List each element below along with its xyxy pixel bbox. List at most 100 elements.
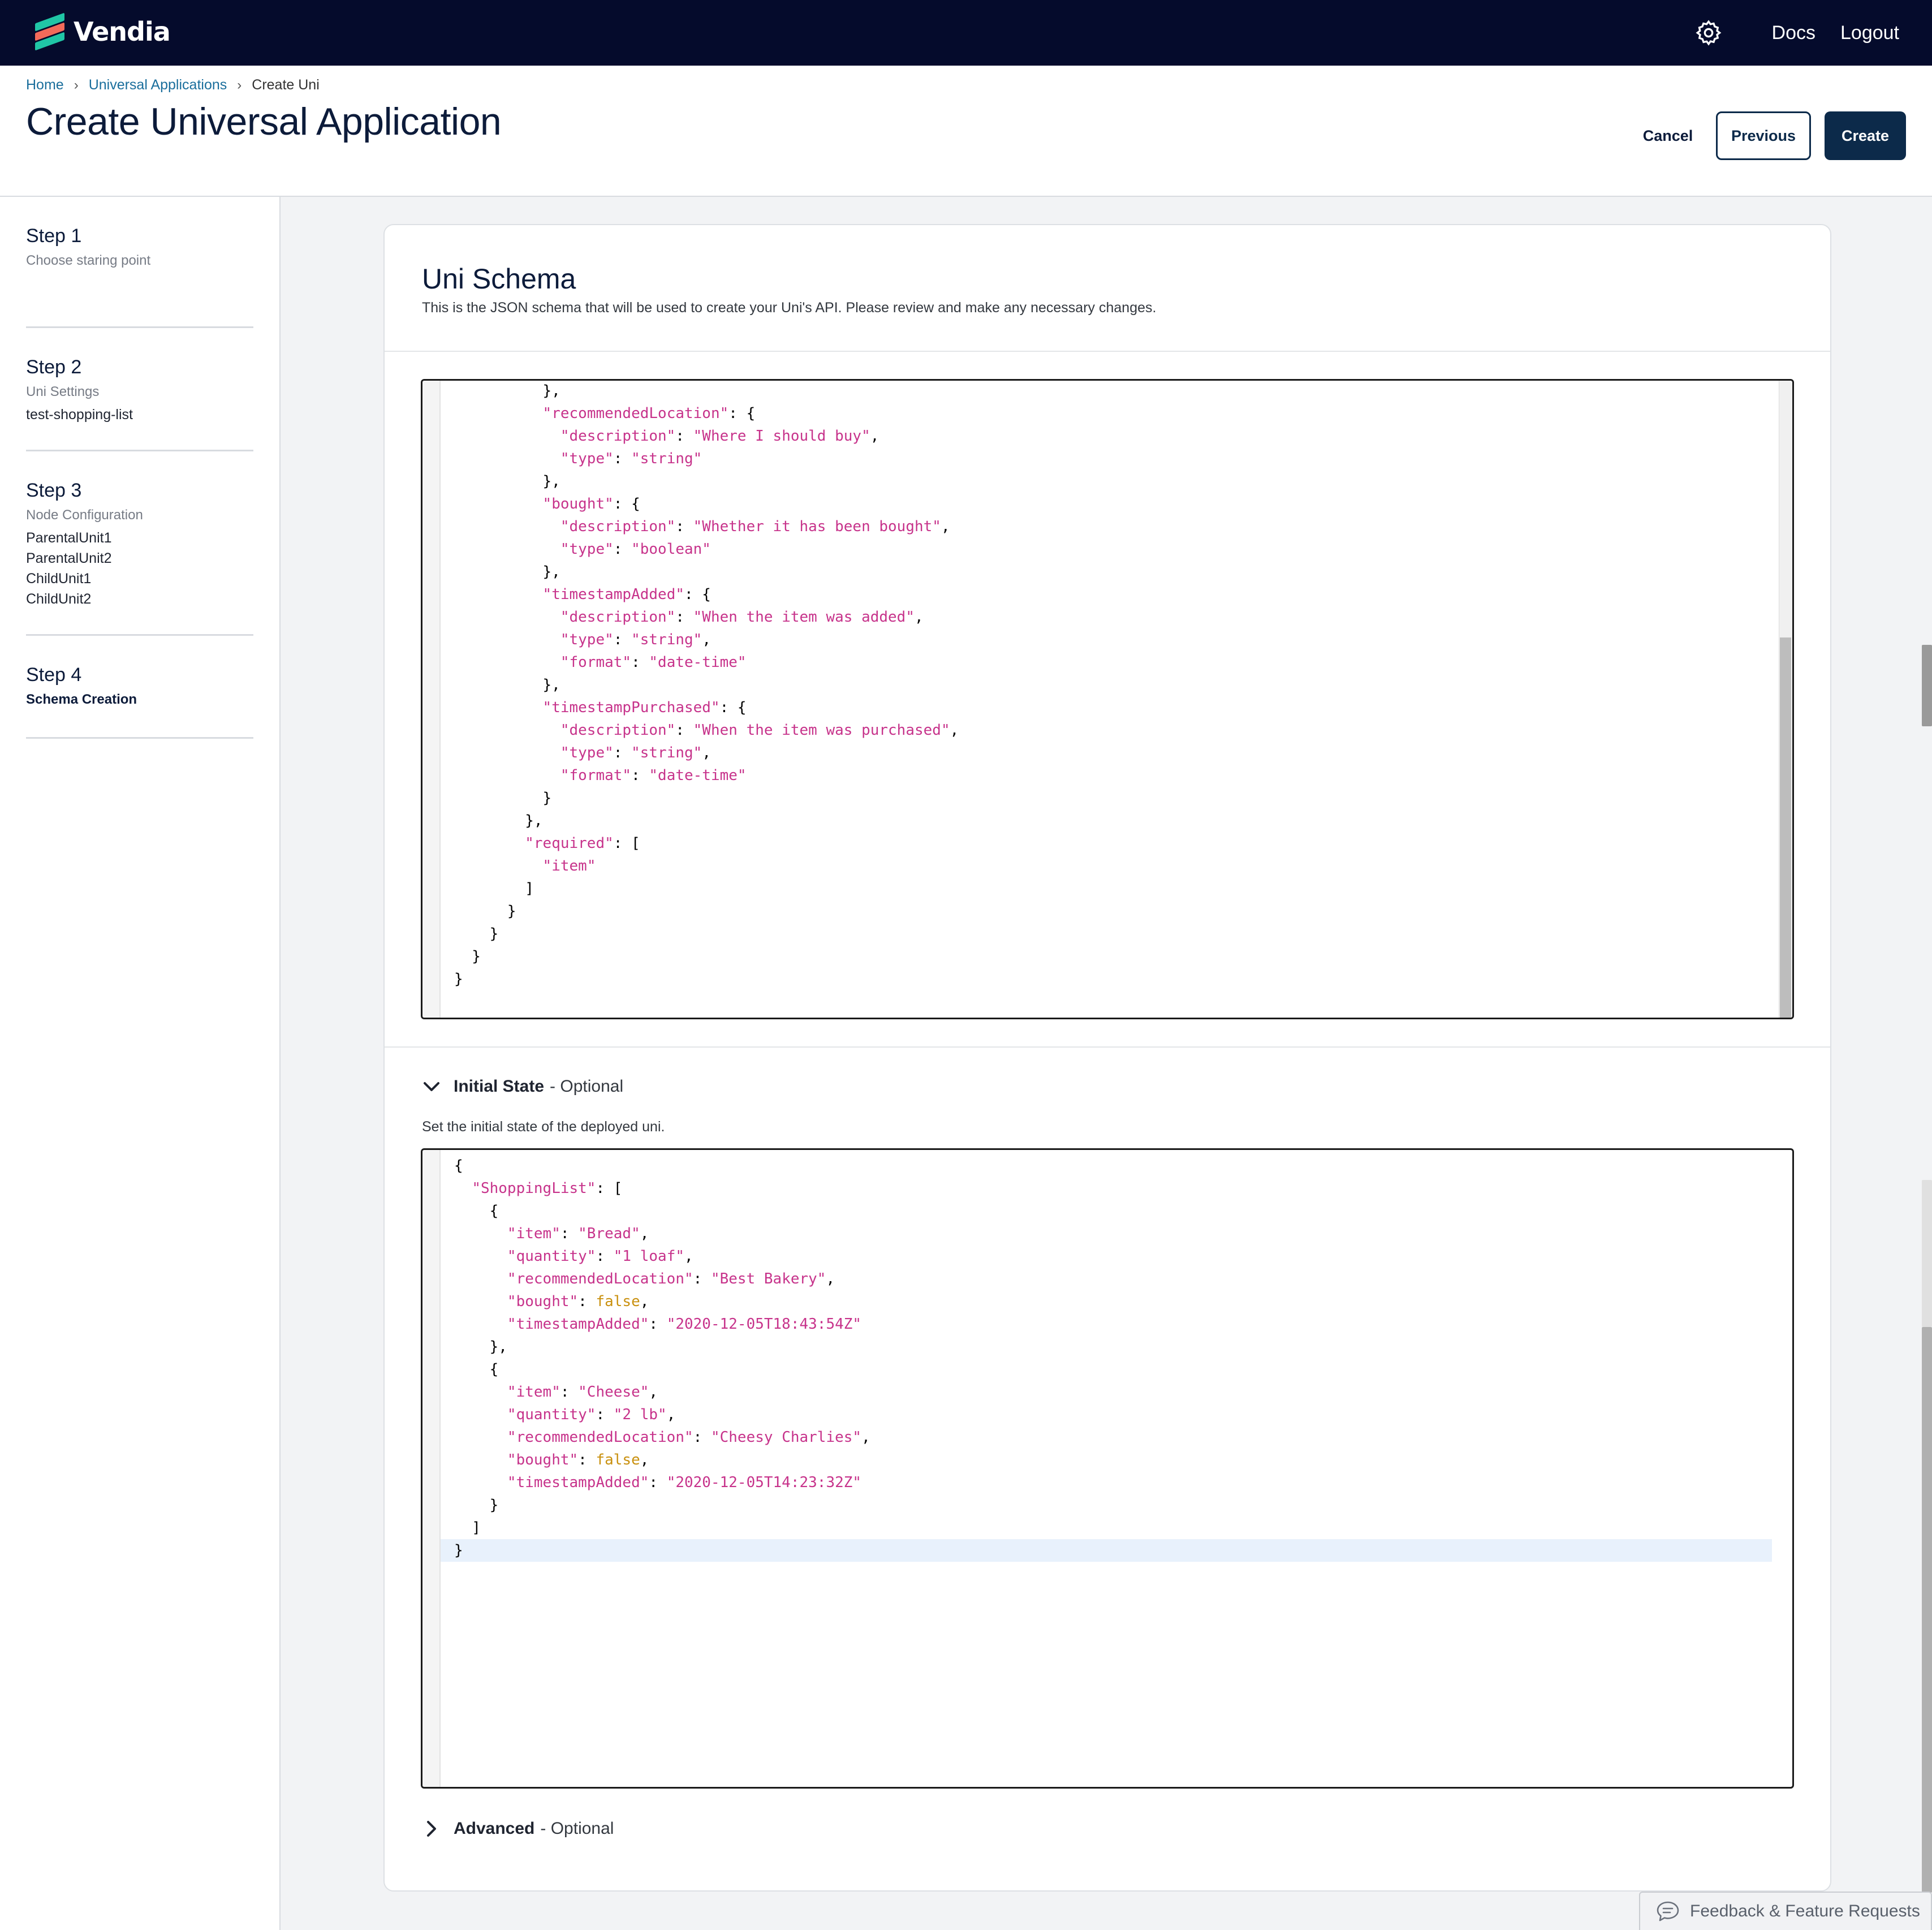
code-line[interactable]: "required": [ (454, 832, 959, 855)
code-line[interactable]: }, (454, 1336, 870, 1358)
json-key: "item" (507, 1225, 560, 1242)
code-line[interactable]: "type": "string", (454, 742, 959, 764)
code-line[interactable]: "item" (454, 855, 959, 877)
code-line[interactable]: }, (454, 470, 959, 493)
step-value: test-shopping-list (26, 407, 133, 423)
logout-link[interactable]: Logout (1840, 22, 1899, 44)
json-string: "2 lb" (613, 1406, 667, 1423)
step-subtitle: Node Configuration (26, 507, 143, 523)
json-string: "string" (631, 744, 702, 761)
page-scrollbar-thumb[interactable] (1922, 645, 1932, 726)
docs-link[interactable]: Docs (1772, 22, 1815, 44)
page-scrollbar-track[interactable] (1922, 1180, 1932, 1327)
code-line[interactable]: "description": "Where I should buy", (454, 425, 959, 447)
editor-gutter (422, 1150, 441, 1787)
code-line[interactable]: }, (454, 381, 959, 402)
settings-gear-icon[interactable] (1694, 18, 1723, 48)
json-punctuation (454, 586, 543, 603)
step-3[interactable]: Step 3 Node Configuration ParentalUnit1 … (26, 451, 253, 636)
code-line[interactable]: }, (454, 674, 959, 696)
code-line[interactable]: "quantity": "2 lb", (454, 1403, 870, 1426)
divider (385, 1046, 1830, 1048)
code-line[interactable]: }, (454, 561, 959, 583)
code-line[interactable]: }, (454, 809, 959, 832)
vendia-logo[interactable]: Vendia (35, 12, 171, 51)
code-line[interactable]: "bought": { (454, 493, 959, 515)
json-key: "timestampAdded" (507, 1316, 649, 1333)
code-line[interactable]: "recommendedLocation": "Best Bakery", (454, 1268, 870, 1290)
code-line[interactable]: "description": "When the item was added"… (454, 606, 959, 628)
code-line[interactable]: "timestampAdded": { (454, 583, 959, 606)
initial-state-toggle[interactable]: Initial State - Optional (422, 1077, 623, 1096)
code-line[interactable]: "recommendedLocation": "Cheesy Charlies"… (454, 1426, 870, 1449)
advanced-toggle[interactable]: Advanced - Optional (422, 1819, 614, 1838)
code-line[interactable]: "quantity": "1 loaf", (454, 1245, 870, 1268)
json-punctuation: : (613, 631, 632, 648)
breadcrumb-home[interactable]: Home (26, 77, 64, 93)
editor-scrollbar[interactable] (1779, 381, 1792, 1018)
code-line[interactable]: "timestampAdded": "2020-12-05T18:43:54Z" (454, 1313, 870, 1336)
code-line[interactable]: "bought": false, (454, 1449, 870, 1471)
code-line[interactable]: "timestampAdded": "2020-12-05T14:23:32Z" (454, 1471, 870, 1494)
code-line[interactable]: "item": "Cheese", (454, 1381, 870, 1403)
json-punctuation (454, 405, 543, 422)
steps-sidebar: Step 1 Choose staring point Step 2 Uni S… (0, 197, 281, 1930)
json-punctuation: : [ (613, 835, 640, 852)
feedback-button[interactable]: Feedback & Feature Requests (1639, 1892, 1932, 1930)
json-punctuation (454, 767, 560, 784)
json-punctuation: , (941, 518, 950, 535)
step-1[interactable]: Step 1 Choose staring point (26, 225, 253, 328)
json-punctuation: : (675, 518, 693, 535)
code-line[interactable]: "description": "When the item was purcha… (454, 719, 959, 742)
create-button[interactable]: Create (1825, 111, 1906, 160)
code-line[interactable]: } (454, 968, 959, 990)
code-line[interactable]: } (454, 945, 959, 968)
step-2[interactable]: Step 2 Uni Settings test-shopping-list (26, 328, 253, 451)
code-line[interactable]: "type": "string" (454, 447, 959, 470)
editor-scrollbar-thumb[interactable] (1780, 637, 1791, 1018)
code-line[interactable]: "description": "Whether it has been boug… (454, 515, 959, 538)
json-punctuation (454, 609, 560, 626)
code-line[interactable]: "item": "Bread", (454, 1222, 870, 1245)
json-punctuation: } (454, 948, 481, 965)
json-punctuation: : [ (596, 1180, 623, 1197)
code-line[interactable]: ] (454, 877, 959, 900)
schema-code-editor[interactable]: }, "recommendedLocation": { "description… (421, 379, 1794, 1019)
json-punctuation (454, 496, 543, 512)
cancel-button[interactable]: Cancel (1631, 111, 1705, 160)
code-line[interactable]: } (454, 923, 959, 945)
json-punctuation: ] (454, 1519, 481, 1536)
breadcrumb-universal-applications[interactable]: Universal Applications (89, 77, 227, 93)
code-line[interactable]: } (454, 787, 959, 809)
step-value: ParentalUnit1 (26, 530, 112, 546)
initial-state-code-editor[interactable]: { "ShoppingList": [ { "item": "Bread", "… (421, 1148, 1794, 1789)
previous-button[interactable]: Previous (1716, 111, 1811, 160)
code-line[interactable]: } (454, 1539, 870, 1562)
code-line[interactable]: "format": "date-time" (454, 764, 959, 787)
json-punctuation: } (454, 1497, 499, 1514)
schema-code-text[interactable]: }, "recommendedLocation": { "description… (454, 381, 959, 990)
code-line[interactable]: { (454, 1154, 870, 1177)
code-line[interactable]: "bought": false, (454, 1290, 870, 1313)
json-string: "boolean" (631, 541, 711, 558)
json-punctuation (454, 858, 543, 874)
page-scrollbar-thumb-secondary[interactable] (1922, 1327, 1932, 1893)
code-line[interactable]: } (454, 1494, 870, 1517)
code-line[interactable]: } (454, 900, 959, 923)
json-punctuation (454, 654, 560, 671)
json-punctuation (454, 450, 560, 467)
code-line[interactable]: { (454, 1200, 870, 1222)
code-line[interactable]: "timestampPurchased": { (454, 696, 959, 719)
code-line[interactable]: "ShoppingList": [ (454, 1177, 870, 1200)
step-4[interactable]: Step 4 Schema Creation (26, 636, 253, 739)
json-punctuation (454, 744, 560, 761)
initial-state-code-text[interactable]: { "ShoppingList": [ { "item": "Bread", "… (454, 1154, 870, 1562)
code-line[interactable]: "recommendedLocation": { (454, 402, 959, 425)
code-line[interactable]: "format": "date-time" (454, 651, 959, 674)
json-punctuation: { (454, 1157, 463, 1174)
code-line[interactable]: "type": "string", (454, 628, 959, 651)
breadcrumb-current: Create Uni (252, 77, 320, 93)
code-line[interactable]: { (454, 1358, 870, 1381)
code-line[interactable]: "type": "boolean" (454, 538, 959, 561)
code-line[interactable]: ] (454, 1517, 870, 1539)
